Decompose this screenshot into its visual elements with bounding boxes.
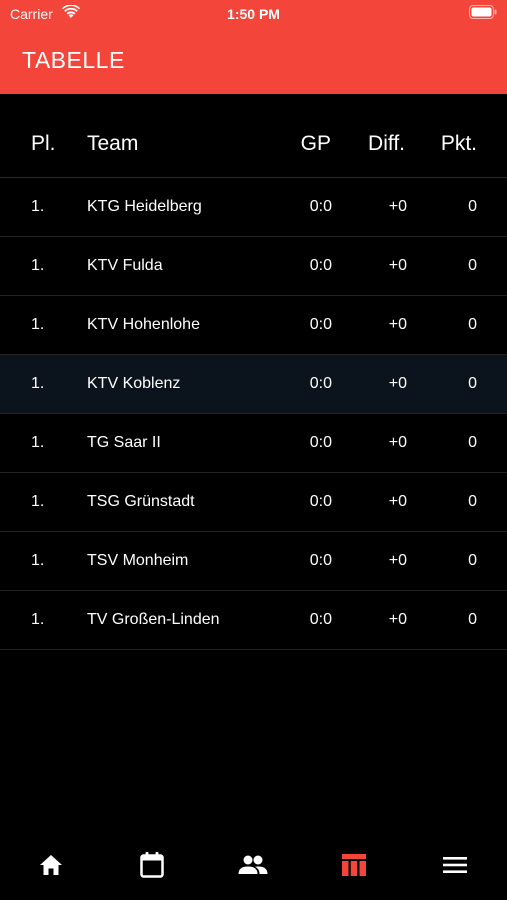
table-row-highlighted[interactable]: 1. KTV Koblenz 0:0 +0 0 (0, 355, 507, 414)
row-gp: 0:0 (309, 493, 332, 510)
row-gp: 0:0 (309, 434, 332, 451)
row-place: 1. (31, 375, 45, 392)
row-place: 1. (31, 552, 45, 569)
status-time: 1:50 PM (227, 6, 280, 22)
app-header: Carrier 1:50 PM TABELLE (0, 0, 507, 94)
row-diff: +0 (388, 257, 407, 274)
row-gp: 0:0 (309, 316, 332, 333)
row-points: 0 (468, 198, 477, 215)
table-row[interactable]: 1. KTV Hohenlohe 0:0 +0 0 (0, 296, 507, 355)
battery-icon (469, 5, 497, 19)
row-diff: +0 (388, 316, 407, 333)
row-team: KTV Hohenlohe (87, 316, 200, 333)
row-points: 0 (468, 434, 477, 451)
table-row[interactable]: 1. TG Saar II 0:0 +0 0 (0, 414, 507, 473)
menu-icon (442, 857, 467, 873)
row-gp: 0:0 (309, 552, 332, 569)
people-icon (238, 855, 267, 874)
table-header: Pl. Team GP Diff. Pkt. (0, 110, 507, 178)
row-place: 1. (31, 198, 45, 215)
table-icon (341, 854, 366, 876)
table-row[interactable]: 1. KTV Fulda 0:0 +0 0 (0, 237, 507, 296)
row-team: KTV Koblenz (87, 375, 181, 392)
row-place: 1. (31, 257, 45, 274)
column-header-team: Team (87, 131, 139, 155)
table-row[interactable]: 1. TSG Grünstadt 0:0 +0 0 (0, 473, 507, 532)
status-bar: Carrier 1:50 PM (0, 0, 507, 28)
column-header-place: Pl. (31, 131, 56, 155)
row-team: TSG Grünstadt (87, 493, 195, 510)
row-gp: 0:0 (309, 198, 332, 215)
row-team: KTG Heidelberg (87, 198, 202, 215)
row-diff: +0 (388, 552, 407, 569)
home-icon (39, 855, 62, 875)
row-diff: +0 (388, 611, 407, 628)
row-diff: +0 (388, 434, 407, 451)
row-diff: +0 (388, 198, 407, 215)
table-row[interactable]: 1. TSV Monheim 0:0 +0 0 (0, 532, 507, 591)
tab-calendar[interactable] (101, 835, 202, 895)
row-place: 1. (31, 611, 45, 628)
row-place: 1. (31, 316, 45, 333)
row-points: 0 (468, 611, 477, 628)
row-place: 1. (31, 434, 45, 451)
tab-menu[interactable] (404, 835, 505, 895)
column-header-gp: GP (300, 131, 331, 155)
row-team: KTV Fulda (87, 257, 163, 274)
row-place: 1. (31, 493, 45, 510)
table-row[interactable]: 1. TV Großen-Linden 0:0 +0 0 (0, 591, 507, 650)
page-title: TABELLE (22, 47, 125, 73)
calendar-icon (139, 852, 164, 878)
table-row[interactable]: 1. KTG Heidelberg 0:0 +0 0 (0, 178, 507, 237)
row-gp: 0:0 (309, 257, 332, 274)
tab-bar (0, 835, 507, 900)
standings-table: Pl. Team GP Diff. Pkt. 1. KTG Heidelberg… (0, 110, 507, 650)
row-points: 0 (468, 493, 477, 510)
column-header-points: Pkt. (440, 131, 477, 155)
row-points: 0 (468, 552, 477, 569)
column-header-diff: Diff. (368, 131, 405, 155)
row-diff: +0 (388, 493, 407, 510)
row-points: 0 (468, 375, 477, 392)
row-team: TV Großen-Linden (87, 611, 220, 628)
tab-home[interactable] (0, 835, 101, 895)
row-team: TSV Monheim (87, 552, 189, 569)
row-diff: +0 (388, 375, 407, 392)
tab-table[interactable] (303, 835, 404, 895)
row-points: 0 (468, 257, 477, 274)
tab-people[interactable] (202, 835, 303, 895)
row-points: 0 (468, 316, 477, 333)
row-gp: 0:0 (309, 375, 332, 392)
row-team: TG Saar II (87, 434, 161, 451)
row-gp: 0:0 (309, 611, 332, 628)
